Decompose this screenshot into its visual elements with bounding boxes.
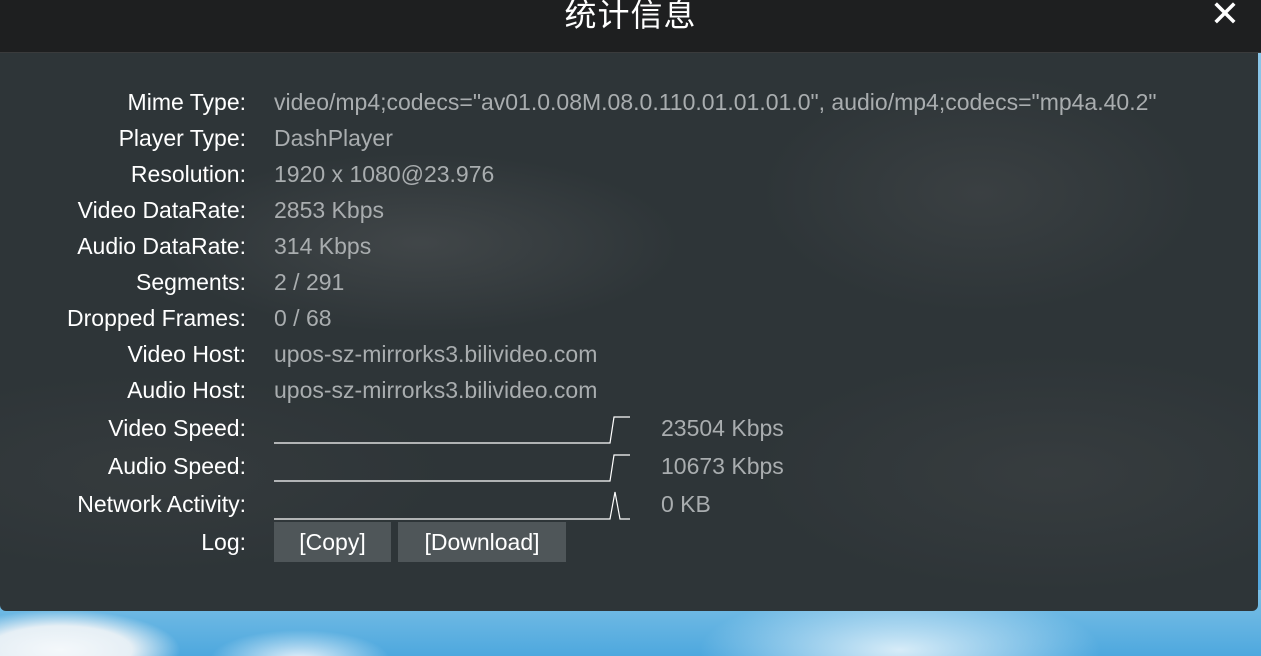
close-icon[interactable]: ✕	[1207, 0, 1243, 32]
stat-row-mime-type: Mime Type: video/mp4;codecs="av01.0.08M.…	[0, 84, 1258, 120]
stat-label: Audio DataRate:	[77, 233, 246, 259]
graph-row-audio-speed: Audio Speed: 10673 Kbps	[0, 448, 1258, 484]
graph-row-video-speed: Video Speed: 23504 Kbps	[0, 410, 1258, 446]
stat-row-audio-datarate: Audio DataRate: 314 Kbps	[0, 228, 1258, 264]
stat-row-audio-host: Audio Host: upos-sz-mirrorks3.bilivideo.…	[0, 372, 1258, 408]
stat-label: Mime Type:	[127, 89, 246, 115]
log-row: Log: [Copy] [Download]	[0, 522, 1258, 562]
stat-value: upos-sz-mirrorks3.bilivideo.com	[274, 377, 598, 403]
stat-value: 2853 Kbps	[274, 197, 384, 223]
stat-value: DashPlayer	[274, 125, 393, 151]
graph-value: 0 KB	[661, 491, 711, 517]
stats-title-bar: 统计信息 ✕	[0, 0, 1261, 53]
stat-row-player-type: Player Type: DashPlayer	[0, 120, 1258, 156]
stat-label: Video DataRate:	[77, 197, 246, 223]
stats-panel: Mime Type: video/mp4;codecs="av01.0.08M.…	[0, 53, 1258, 611]
stat-value: 0 / 68	[274, 305, 332, 331]
stat-label: Audio Host:	[127, 377, 246, 403]
stat-value: upos-sz-mirrorks3.bilivideo.com	[274, 341, 598, 367]
graph-value: 10673 Kbps	[661, 453, 784, 479]
stat-value: 314 Kbps	[274, 233, 372, 259]
log-label: Log:	[201, 529, 246, 555]
network-activity-graph	[274, 491, 630, 520]
stat-label: Dropped Frames:	[67, 305, 246, 331]
download-button[interactable]: [Download]	[398, 522, 566, 562]
stat-row-video-host: Video Host: upos-sz-mirrorks3.bilivideo.…	[0, 336, 1258, 372]
stat-row-resolution: Resolution: 1920 x 1080@23.976	[0, 156, 1258, 192]
graph-label: Audio Speed:	[107, 453, 246, 479]
stat-value: video/mp4;codecs="av01.0.08M.08.0.110.01…	[274, 89, 1157, 115]
graph-label: Video Speed:	[108, 415, 246, 441]
stat-label: Segments:	[136, 269, 246, 295]
stat-row-video-datarate: Video DataRate: 2853 Kbps	[0, 192, 1258, 228]
stat-label: Video Host:	[127, 341, 246, 367]
stat-row-segments: Segments: 2 / 291	[0, 264, 1258, 300]
graph-label: Network Activity:	[77, 491, 246, 517]
page-title: 统计信息	[564, 0, 697, 33]
stat-value: 1920 x 1080@23.976	[274, 161, 495, 187]
stat-row-dropped-frames: Dropped Frames: 0 / 68	[0, 300, 1258, 336]
stat-label: Player Type:	[118, 125, 246, 151]
video-speed-graph	[274, 416, 630, 444]
audio-speed-graph	[274, 454, 630, 482]
copy-button[interactable]: [Copy]	[274, 522, 391, 562]
graph-row-network-activity: Network Activity: 0 KB	[0, 486, 1258, 522]
stat-value: 2 / 291	[274, 269, 345, 295]
graph-value: 23504 Kbps	[661, 415, 784, 441]
stat-label: Resolution:	[130, 161, 246, 187]
